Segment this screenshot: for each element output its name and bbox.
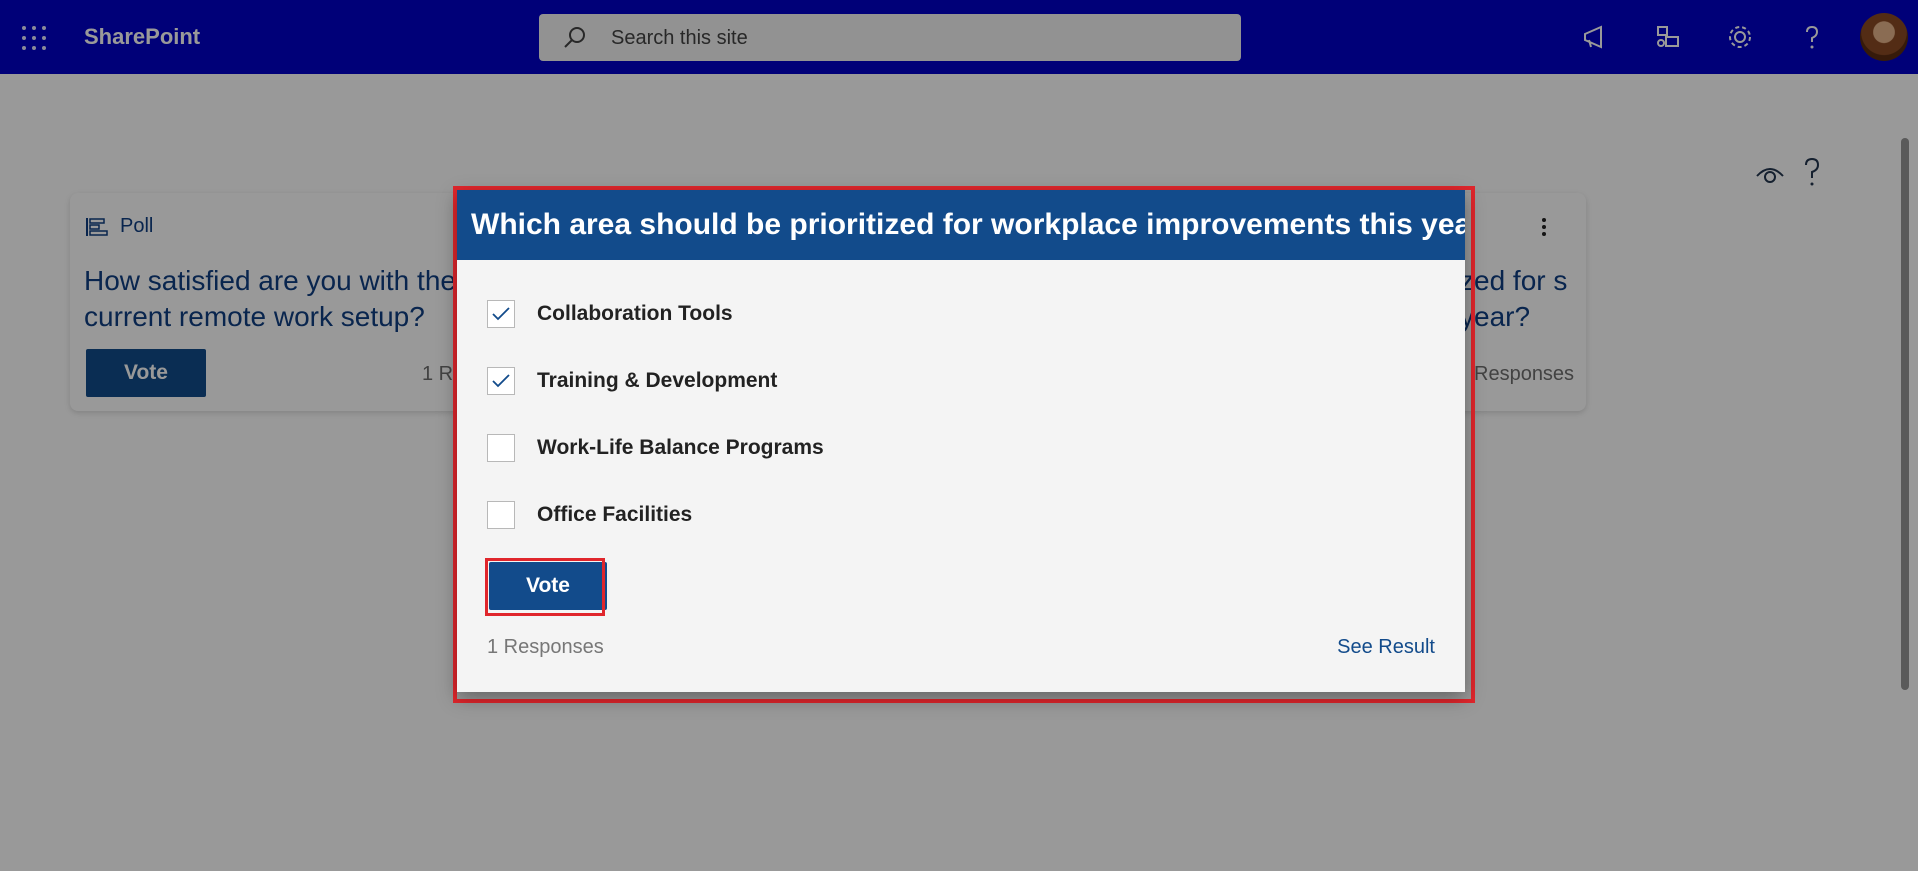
vote-button-highlight bbox=[485, 558, 605, 616]
checkbox-unchecked[interactable] bbox=[487, 501, 515, 529]
option-office-facilities[interactable]: Office Facilities bbox=[487, 499, 692, 531]
option-collaboration-tools[interactable]: Collaboration Tools bbox=[487, 298, 733, 330]
option-work-life-balance[interactable]: Work-Life Balance Programs bbox=[487, 432, 824, 464]
responses-count: 1 Responses bbox=[487, 636, 604, 658]
option-label: Office Facilities bbox=[537, 503, 693, 526]
checkbox-checked[interactable] bbox=[487, 300, 515, 328]
checkmark-icon bbox=[492, 307, 510, 321]
option-label: Training & Development bbox=[537, 369, 778, 392]
option-label: Collaboration Tools bbox=[537, 302, 733, 325]
checkbox-unchecked[interactable] bbox=[487, 434, 515, 462]
option-training-development[interactable]: Training & Development bbox=[487, 365, 777, 397]
checkmark-icon bbox=[492, 374, 510, 388]
dialog-title: Which area should be prioritized for wor… bbox=[457, 190, 1465, 260]
checkbox-checked[interactable] bbox=[487, 367, 515, 395]
see-result-link[interactable]: See Result bbox=[1337, 636, 1435, 659]
poll-dialog: Which area should be prioritized for wor… bbox=[457, 190, 1465, 692]
option-label: Work-Life Balance Programs bbox=[537, 436, 824, 459]
scrollbar[interactable] bbox=[1901, 138, 1909, 690]
